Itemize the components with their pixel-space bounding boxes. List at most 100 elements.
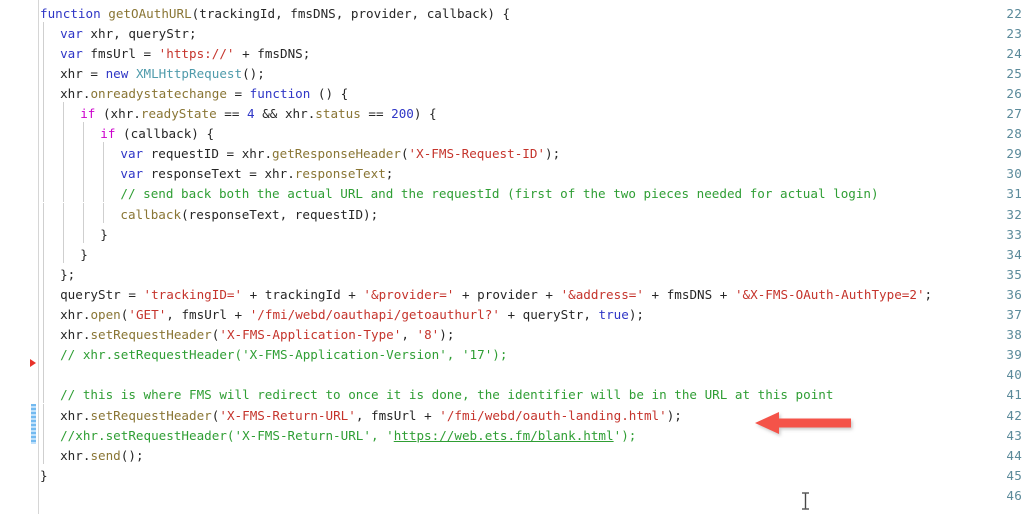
code-line[interactable]: } xyxy=(80,245,88,265)
code-line[interactable]: // this is where FMS will redirect to on… xyxy=(60,385,833,405)
token-fn: responseText xyxy=(294,166,386,182)
token-fn: status xyxy=(315,106,361,121)
code-line[interactable]: xhr.send(); xyxy=(60,446,143,466)
token-kw: var xyxy=(120,166,144,182)
code-editor[interactable]: 22 23 24 25 26 27 28 29 30 31 32 33 34 35 36 37 38 39 40 41… xyxy=(0,0,1024,514)
token-pun: requestID = xhr. xyxy=(143,146,273,162)
code-line[interactable]: var fmsUrl = 'https://' + fmsDNS; xyxy=(60,44,310,64)
token-pun: (); xyxy=(120,447,144,463)
indent-guide xyxy=(43,443,44,464)
code-line[interactable]: if (callback) { xyxy=(100,124,214,144)
token-fn: send xyxy=(90,447,121,463)
code-line[interactable]: xhr.setRequestHeader('X-FMS-Application-… xyxy=(60,325,454,345)
token-kw: function xyxy=(40,5,101,21)
token-str: 'GET' xyxy=(128,307,167,322)
token-kw: var xyxy=(60,45,83,61)
indent-guide xyxy=(43,102,44,123)
token-pun: responseText = xhr. xyxy=(143,166,295,182)
code-line[interactable]: var responseText = xhr.responseText; xyxy=(120,164,393,184)
indent-guide xyxy=(103,142,105,163)
indent-guide xyxy=(63,122,65,143)
token-pun: + queryStr, xyxy=(499,307,599,322)
indent-guide xyxy=(83,162,85,183)
code-line[interactable]: }; xyxy=(60,265,75,285)
token-pun: ); xyxy=(666,407,682,423)
indent-guide xyxy=(103,182,105,203)
token-num: 4 xyxy=(247,106,255,121)
code-line[interactable]: //xhr.setRequestHeader('X-FMS-Return-URL… xyxy=(60,426,636,446)
indent-guide xyxy=(43,81,44,102)
token-kw: var xyxy=(120,146,144,162)
token-pun: + provider + xyxy=(454,286,561,302)
line-number-gutter[interactable] xyxy=(0,0,30,514)
token-pun: (responseText, requestID); xyxy=(181,206,379,222)
code-line[interactable]: xhr = new XMLHttpRequest(); xyxy=(60,64,265,84)
indent-guide xyxy=(43,423,44,444)
code-line[interactable]: } xyxy=(40,466,48,486)
token-pun: && xhr. xyxy=(254,106,316,121)
code-line[interactable]: var requestID = xhr.getResponseHeader('X… xyxy=(120,144,560,164)
code-line[interactable]: function getOAuthURL(trackingId, fmsDNS,… xyxy=(40,4,510,24)
indent-guide xyxy=(43,162,44,183)
token-str: '8' xyxy=(416,327,440,343)
token-pun: () { xyxy=(310,85,349,101)
indent-guide xyxy=(43,122,44,143)
change-bar[interactable] xyxy=(31,403,36,444)
token-pun: xhr, queryStr; xyxy=(82,25,197,41)
token-pun: + fmsDNS; xyxy=(234,45,311,61)
token-pun: , fmsUrl + xyxy=(355,407,440,423)
indent-guide xyxy=(63,242,65,263)
token-pun: xhr. xyxy=(60,307,91,322)
token-lnk: https://web.ets.fm/blank.html xyxy=(393,427,614,443)
token-cls: XMLHttpRequest xyxy=(135,65,243,81)
token-pun: } xyxy=(40,467,48,483)
token-ctl: if xyxy=(100,126,116,142)
code-line[interactable]: if (xhr.readyState == 4 && xhr.status ==… xyxy=(80,104,436,124)
indent-guide xyxy=(43,282,44,303)
token-cmt: // xhr.setRequestHeader('X-FMS-Applicati… xyxy=(60,347,508,363)
indent-guide xyxy=(63,222,65,243)
token-str: 'trackingID=' xyxy=(143,286,243,302)
token-fn: open xyxy=(90,307,121,322)
token-str: '&provider=' xyxy=(363,286,455,302)
gutter-divider xyxy=(38,0,39,514)
indent-guide xyxy=(63,162,65,183)
code-content[interactable]: function getOAuthURL(trackingId, fmsDNS,… xyxy=(40,0,1024,514)
token-pun: ( xyxy=(400,146,409,162)
code-line[interactable]: queryStr = 'trackingID=' + trackingId + … xyxy=(60,285,932,305)
token-pun: ; xyxy=(385,166,394,182)
indent-guide xyxy=(43,343,44,364)
token-pun: ; xyxy=(924,286,933,302)
token-pun: , xyxy=(401,327,417,343)
indent-guide xyxy=(43,182,44,203)
token-pun: ) { xyxy=(413,106,437,121)
red-triangle-marker[interactable] xyxy=(30,359,36,368)
token-pun: ); xyxy=(439,327,455,343)
indent-guide xyxy=(43,41,44,62)
code-line[interactable]: xhr.open('GET', fmsUrl + '/fmi/webd/oaut… xyxy=(60,305,644,325)
token-pun: = xyxy=(226,85,250,101)
token-str: '/fmi/webd/oauthapi/getoauthurl?' xyxy=(249,307,500,322)
token-kw: new xyxy=(105,65,129,81)
token-num: 200 xyxy=(391,106,414,121)
indent-guide xyxy=(43,303,44,324)
token-pun: xhr. xyxy=(60,407,91,423)
indent-guide xyxy=(63,202,65,223)
token-pun: (); xyxy=(242,65,265,81)
code-line[interactable]: var xhr, queryStr; xyxy=(60,24,196,44)
indent-guide xyxy=(43,142,44,163)
indent-guide xyxy=(83,222,85,243)
token-pun: ); xyxy=(545,146,561,162)
indent-guide xyxy=(103,202,105,223)
token-fn: setRequestHeader xyxy=(90,407,212,423)
token-pun: + fmsDNS + xyxy=(643,286,735,302)
token-pun: xhr. xyxy=(60,327,91,343)
code-line[interactable]: callback(responseText, requestID); xyxy=(120,205,378,225)
token-pun: + trackingId + xyxy=(242,286,364,302)
code-line[interactable]: // xhr.setRequestHeader('X-FMS-Applicati… xyxy=(60,345,507,365)
token-pun: queryStr = xyxy=(60,286,144,302)
code-line[interactable]: } xyxy=(100,225,108,245)
code-line[interactable]: xhr.setRequestHeader('X-FMS-Return-URL',… xyxy=(60,406,682,426)
code-line[interactable]: xhr.onreadystatechange = function () { xyxy=(60,84,348,104)
code-line[interactable]: // send back both the actual URL and the… xyxy=(120,184,878,204)
